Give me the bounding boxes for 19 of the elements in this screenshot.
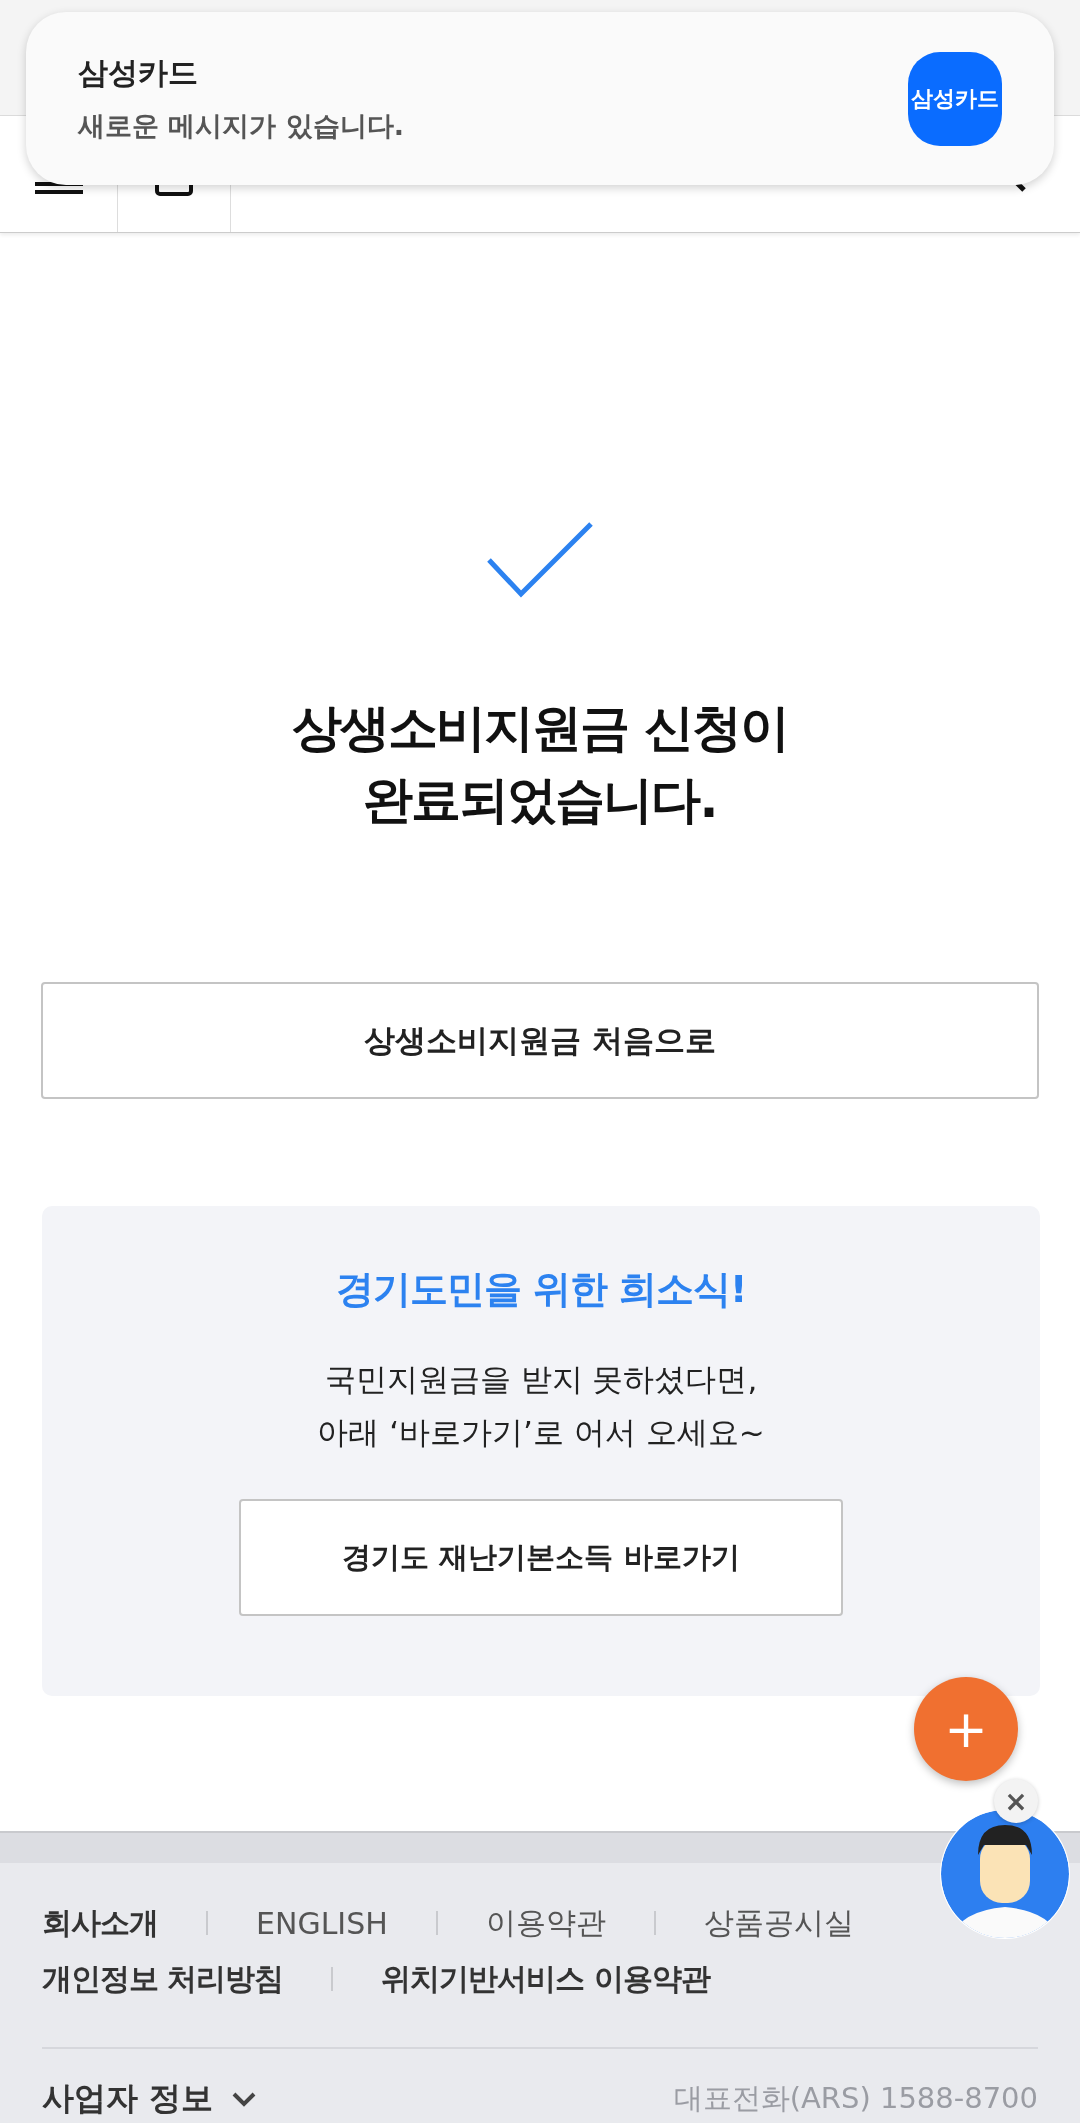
business-info-toggle[interactable]: 사업자 정보: [42, 2077, 214, 2121]
footer-link[interactable]: 상품공시실: [703, 1902, 854, 1944]
chevron-down-icon[interactable]: [231, 2091, 258, 2107]
phone-number: 대표전화(ARS) 1588-8700: [673, 2080, 1038, 2117]
home-button[interactable]: 상생소비지원금 처음으로: [41, 982, 1039, 1099]
footer-link[interactable]: 개인정보 처리방침: [42, 1958, 284, 2000]
footer-link[interactable]: 회사소개: [42, 1902, 158, 1944]
notification-app-name: 삼성카드: [78, 54, 199, 92]
close-button[interactable]: ×: [994, 1779, 1038, 1823]
notification-message: 새로운 메시지가 있습니다.: [78, 109, 406, 143]
promo-title: 경기도민을 위한 희소식!: [335, 1266, 747, 1313]
link-button[interactable]: 경기도 재난기본소득 바로가기: [239, 1499, 843, 1616]
promo-description: 국민지원금을 받지 못하셨다면, 아래 ‘바로가기’로 어서 오세요~: [317, 1360, 765, 1452]
app-icon: 삼성카드: [908, 51, 1002, 146]
completion-title: 상생소비지원금 신청이 완료되었습니다.: [292, 698, 788, 831]
footer-link[interactable]: 위치기반서비스 이용약관: [381, 1958, 710, 2000]
footer-link[interactable]: 이용약관: [485, 1902, 606, 1944]
check-icon: [485, 520, 595, 600]
footer-link[interactable]: ENGLISH: [256, 1905, 388, 1941]
